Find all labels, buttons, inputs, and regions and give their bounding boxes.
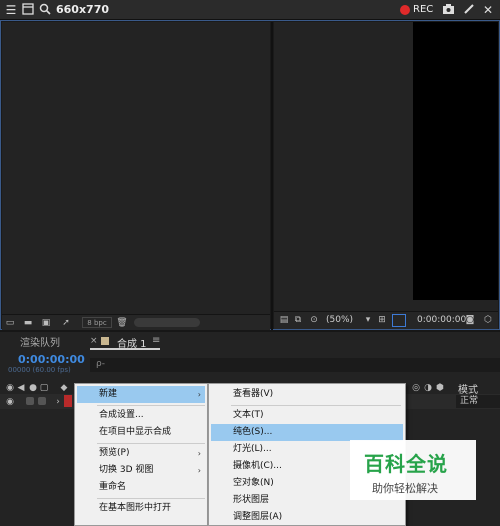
search-icon: ρ- [96, 359, 105, 369]
lock-toggle[interactable] [38, 397, 46, 405]
menu-item-label: 切换 3D 视图 [99, 465, 154, 475]
motion-blur-icon[interactable]: ◎ [410, 383, 422, 393]
chevron-right-icon: › [197, 466, 201, 475]
3d-layer-icon[interactable]: ⬢ [434, 383, 446, 393]
bpc-toggle[interactable]: 8 bpc [82, 317, 112, 328]
composition-canvas[interactable] [413, 22, 498, 300]
menu-separator [231, 405, 401, 406]
tab-composition-label[interactable]: 合成 1 [117, 335, 147, 350]
tab-render-queue[interactable]: 渲染队列 [20, 334, 60, 349]
composition-color-swatch [101, 337, 109, 345]
search-icon[interactable] [38, 3, 52, 17]
label-icon[interactable]: ◆ [58, 383, 70, 393]
timeline-search-input[interactable]: ρ- [90, 358, 500, 372]
chevron-right-icon: › [197, 390, 201, 399]
snapshot-icon[interactable]: ◙ [464, 315, 476, 325]
chevron-right-icon: › [197, 449, 201, 458]
menu-item-adjustment-layer[interactable]: 调整图层(A) [211, 509, 403, 526]
eye-icon[interactable]: ◉ [4, 397, 16, 407]
menu-item-preview[interactable]: 预览(P) › [77, 445, 205, 462]
audio-icon[interactable]: ◀ [15, 383, 27, 393]
menu-separator [97, 498, 205, 499]
watermark-subtitle: 助你轻松解决 [372, 482, 438, 495]
project-panel-footer: ▭ ▬ ▣ ➚ 8 bpc 🗑 [2, 314, 270, 330]
capture-toolbar: ☰ 660x770 REC ✕ [0, 0, 500, 20]
adjustment-icon[interactable]: ◑ [422, 383, 434, 393]
watermark-title: 百科全说 [364, 452, 448, 476]
show-snapshot-icon[interactable]: ⬡ [482, 315, 494, 325]
record-dot-icon[interactable] [400, 5, 410, 15]
always-preview-icon[interactable]: ▤ [278, 315, 290, 325]
current-frames: 00000 (60.00 fps) [8, 366, 71, 374]
panel-divider[interactable] [271, 22, 273, 330]
new-composition-icon[interactable]: ▣ [40, 318, 52, 328]
interpret-footage-icon[interactable]: ▭ [4, 318, 16, 328]
solo-toggle[interactable] [26, 397, 34, 405]
viewer-footer: ▤ ⧉ ⊙ (50%) ▾ ⊞ 0:00:00:00 ◙ ⬡ [274, 311, 498, 329]
capture-title: 660x770 [56, 3, 110, 16]
viewer-timecode[interactable]: 0:00:00:00 [417, 315, 466, 325]
menu-item-rename[interactable]: 重命名 [77, 479, 205, 496]
menu-item-new[interactable]: 新建 › [77, 386, 205, 403]
zoom-level[interactable]: (50%) [326, 315, 353, 325]
window-icon[interactable] [21, 3, 35, 17]
menu-item-reveal-in-project[interactable]: 在项目中显示合成 [77, 424, 205, 441]
tab-close-icon[interactable]: × [90, 336, 98, 346]
zoom-dropdown-icon[interactable]: ▾ [362, 315, 374, 325]
new-folder-icon[interactable]: ▬ [22, 318, 34, 328]
menu-item-text[interactable]: 文本(T) [211, 407, 403, 424]
tab-menu-icon[interactable]: ≡ [152, 335, 160, 346]
menu-item-viewer[interactable]: 查看器(V) [211, 386, 403, 403]
project-panel [2, 22, 270, 314]
close-icon[interactable]: ✕ [481, 3, 495, 17]
camera-icon[interactable] [441, 3, 455, 17]
watermark: 百科全说 助你轻松解决 [350, 440, 476, 500]
hamburger-icon[interactable]: ☰ [4, 3, 18, 17]
menu-separator [97, 405, 205, 406]
layer-mode-select[interactable]: 正常 [456, 395, 500, 408]
menu-item-label: 新建 [99, 389, 118, 399]
lock-icon[interactable]: ▢ [38, 383, 50, 393]
timeline-tabs: 渲染队列 × 合成 1 ≡ [0, 333, 500, 350]
menu-item-open-in-essential-graphics[interactable]: 在基本图形中打开 [77, 500, 205, 517]
thumbnail-slider[interactable] [134, 318, 200, 327]
expand-arrow-icon[interactable]: › [52, 397, 64, 407]
app-window: ☰ 660x770 REC ✕ ▭ ▬ ▣ ➚ 8 bpc 🗑 ▤ ⧉ ⊙ (5… [0, 0, 500, 526]
context-menu: 新建 › 合成设置... 在项目中显示合成 预览(P) › 切换 3D 视图 ›… [74, 383, 208, 526]
rec-label[interactable]: REC [413, 4, 433, 15]
resolution-icon[interactable]: ⊞ [376, 315, 388, 325]
pen-icon[interactable] [462, 3, 476, 17]
menu-item-switch-3d-view[interactable]: 切换 3D 视图 › [77, 462, 205, 479]
brush-icon[interactable]: ➚ [60, 318, 72, 328]
layer-label-color[interactable] [64, 395, 72, 407]
current-time[interactable]: 0:00:00:00 [18, 353, 85, 366]
mask-icon[interactable]: ⊙ [308, 315, 320, 325]
trash-icon[interactable]: 🗑 [116, 318, 128, 328]
region-icon[interactable]: ⧉ [292, 315, 304, 325]
menu-item-solid[interactable]: 纯色(S)... [211, 424, 403, 441]
region-of-interest-icon[interactable] [392, 314, 406, 327]
menu-item-composition-settings[interactable]: 合成设置... [77, 407, 205, 424]
menu-separator [97, 443, 205, 444]
menu-item-label: 预览(P) [99, 448, 130, 458]
